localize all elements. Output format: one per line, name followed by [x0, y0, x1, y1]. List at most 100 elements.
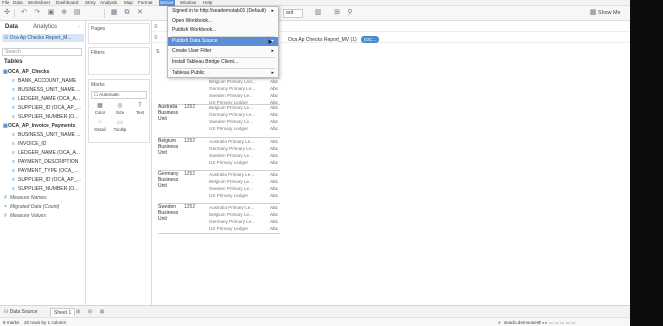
menu-publish-data-source[interactable]: Publish Data Source ▸: [168, 37, 278, 46]
string-field-icon: ≡: [12, 168, 15, 174]
share-icon[interactable]: ⚲: [346, 9, 354, 17]
abc-cell: Abc: [270, 160, 278, 165]
row-header[interactable]: Sweden Business Unit: [158, 204, 184, 222]
save-icon[interactable]: ▣: [47, 9, 55, 17]
rows-icon: ≡: [154, 35, 158, 41]
chart-options-icon[interactable]: ▥: [314, 9, 322, 17]
user-name[interactable]: seado.demouser2: [504, 319, 541, 326]
string-field-icon: ≡: [12, 114, 15, 120]
field-item[interactable]: ≡ SUPPLIER_NUMBER (O...: [0, 185, 86, 193]
table-icon: ▦: [3, 69, 8, 75]
row-header[interactable]: Belgium Business Unit: [158, 138, 184, 156]
sheet-tabs-bar: ⛁ Data Source Sheet 1 ⊞ ⊟ ⊠: [0, 305, 630, 317]
tables-title: Tables: [4, 59, 23, 65]
shelf-column: Pages Filters Marks ☐ Automatic ▦ Color ◎…: [86, 21, 152, 305]
marks-card: Marks ☐ Automatic ▦ Color ◎ Size T Text ⁘ De…: [88, 79, 150, 143]
menu-publish-workbook[interactable]: Publish Workbook...: [168, 26, 278, 35]
string-field-icon: ≡: [12, 96, 15, 102]
pause-updates-icon[interactable]: ▤: [73, 9, 81, 17]
abc-cell: Abc: [270, 93, 278, 98]
tooltip-button[interactable]: ▭ Tooltip: [111, 119, 129, 134]
detail-button[interactable]: ⁘ Detail: [91, 119, 109, 134]
tab-data-source[interactable]: ⛁ Data Source: [1, 308, 40, 316]
ledger-cell: US Primary Ledger: [209, 126, 249, 131]
ledger-cell: Australia Primary Le...: [209, 205, 255, 210]
redo-icon[interactable]: ↷: [33, 9, 41, 17]
field-item[interactable]: ≡ PAYMENT_DESCRIPTION: [0, 158, 86, 166]
field-item[interactable]: ≡ PAYMENT_TYPE (OCA_...: [0, 167, 86, 175]
menu-tableau-public[interactable]: Tableau Public ▸: [168, 69, 278, 78]
tab-analytics[interactable]: Analytics: [33, 24, 57, 30]
show-me-label[interactable]: Show Me: [598, 10, 620, 17]
table-group-checks[interactable]: ▦ OCA_AP_Checks: [0, 68, 86, 76]
size-button[interactable]: ◎ Size: [111, 102, 129, 117]
filters-card[interactable]: Filters: [88, 47, 150, 75]
new-datasource-icon[interactable]: ⊕: [60, 9, 68, 17]
field-item[interactable]: ≡ LEDGER_NAME (OCA_A...: [0, 149, 86, 157]
columns-pill-label[interactable]: Oca Ap Checks Report_MV (1): [288, 37, 357, 43]
new-dashboard-icon[interactable]: ⊟: [85, 308, 95, 316]
collapse-pane-icon[interactable]: ‹: [78, 24, 80, 30]
new-story-icon[interactable]: ⊠: [97, 308, 107, 316]
field-item[interactable]: ≡ SUPPLIER_NUMBER (O...: [0, 113, 86, 121]
ledger-cell: US Primary Ledger: [209, 226, 249, 231]
menu-create-user-filter[interactable]: Create User Filter ▸: [168, 47, 278, 56]
nav-icons[interactable]: ▾ ◂ ▸ ▭ ▭ ▭ ▭ ▭: [538, 319, 576, 326]
user-icon: ●: [498, 320, 501, 325]
new-worksheet-icon[interactable]: ⊞: [73, 308, 83, 316]
datasource-item[interactable]: ⛁ Oca Ap Checks Report_M...: [2, 34, 84, 42]
field-item[interactable]: ≡ SUPPLIER_ID (OCA_AP_...: [0, 104, 86, 112]
show-me-icon[interactable]: ▦: [589, 9, 597, 17]
abc-cell: Abc: [270, 212, 278, 217]
measure-item[interactable]: # Measure Names: [0, 194, 86, 202]
duplicate-icon[interactable]: ⧉: [123, 9, 131, 17]
ledger-cell: Australia Primary Le...: [209, 172, 255, 177]
size-icon: ◎: [117, 103, 123, 109]
num-cell: 1252: [184, 204, 196, 210]
fit-dropdown[interactable]: ard: [283, 9, 303, 18]
new-worksheet-icon[interactable]: ▦: [110, 9, 118, 17]
abc-cell: Abc: [270, 105, 278, 110]
measure-item[interactable]: # Measure Values: [0, 212, 86, 220]
tab-data[interactable]: Data: [5, 24, 18, 30]
row-header[interactable]: Germany Business Unit: [158, 171, 184, 189]
field-item[interactable]: ≡ BUSINESS_UNIT_NAME ...: [0, 131, 86, 139]
clear-sheet-icon[interactable]: ✕: [136, 9, 144, 17]
string-field-icon: ≡: [12, 177, 15, 183]
undo-icon[interactable]: ↶: [20, 9, 28, 17]
mouse-cursor-icon: ➤: [267, 39, 273, 46]
row-header[interactable]: Australia Business Unit: [158, 104, 184, 122]
search-input[interactable]: Search: [2, 48, 82, 56]
pages-card[interactable]: Pages: [88, 23, 150, 44]
abc-cell: Abc: [270, 186, 278, 191]
abc-cell: Abc: [270, 219, 278, 224]
table-group-invoice-payments[interactable]: ▦ OCA_AP_Invoice_Payments: [0, 122, 86, 130]
submenu-arrow-icon: ▸: [271, 8, 274, 14]
table-icon: ▦: [3, 123, 8, 129]
columns-pill[interactable]: (OC...: [361, 36, 380, 43]
field-item[interactable]: ≡ SUPPLIER_ID (OCA_AP_...: [0, 176, 86, 184]
abc-cell: Abc: [270, 153, 278, 158]
field-item[interactable]: ≡ INVOICE_ID: [0, 140, 86, 148]
present-icon[interactable]: ⊞: [333, 9, 341, 17]
string-field-icon: ≡: [12, 78, 15, 84]
menu-open-workbook[interactable]: Open Workbook...: [168, 17, 278, 26]
sheet-letter: S: [156, 49, 160, 55]
color-button[interactable]: ▦ Color: [91, 102, 109, 117]
field-item[interactable]: ≡ LEDGER_NAME (OCA_A...: [0, 95, 86, 103]
submenu-arrow-icon: ▸: [271, 70, 274, 76]
color-icon: ▦: [97, 103, 103, 109]
menu-signed-in[interactable]: Signed in to http://seademotab01 (Defaul…: [168, 7, 278, 16]
abc-cell: Abc: [270, 79, 278, 84]
ledger-cell: Sweden Primary Le...: [209, 93, 253, 98]
field-item[interactable]: ≡ BANK_ACCOUNT_NAME: [0, 77, 86, 85]
tab-sheet1[interactable]: Sheet 1: [50, 308, 76, 316]
ledger-cell: Sweden Primary Le...: [209, 119, 253, 124]
menu-install-bridge[interactable]: Install Tableau Bridge Client...: [168, 58, 278, 67]
tableau-window: File Data Worksheet Dashboard Story Anal…: [0, 0, 663, 326]
measure-item[interactable]: = Migrated Data (Count): [0, 203, 86, 211]
abc-cell: Abc: [270, 146, 278, 151]
text-button[interactable]: T Text: [131, 102, 149, 117]
mark-type-dropdown[interactable]: ☐ Automatic: [91, 91, 147, 99]
field-item[interactable]: ≡ BUSINESS_UNIT_NAME ...: [0, 86, 86, 94]
